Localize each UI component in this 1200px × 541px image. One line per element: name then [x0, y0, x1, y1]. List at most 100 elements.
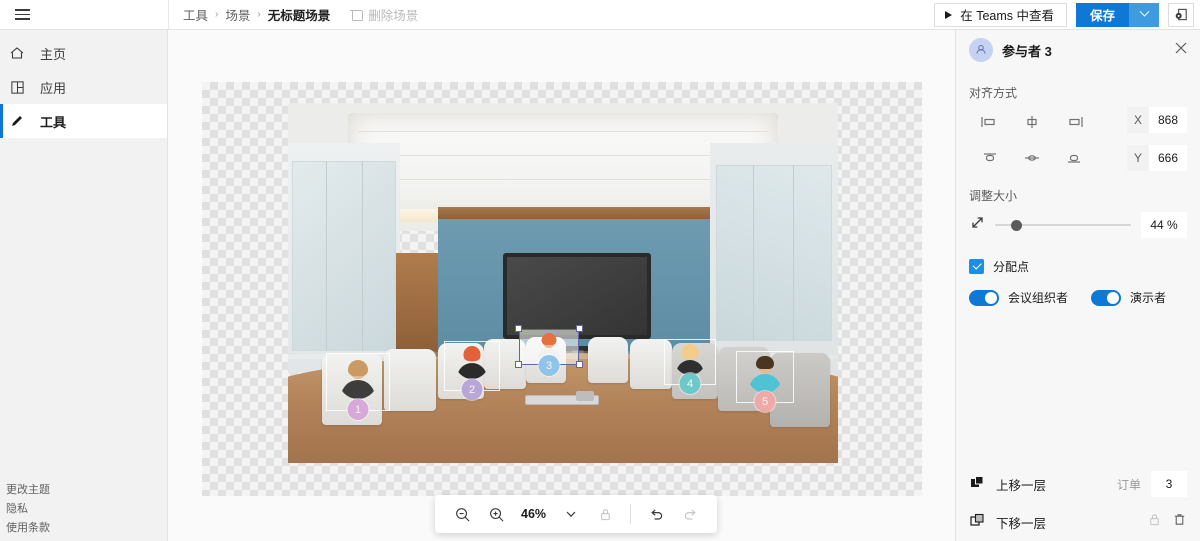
align-bottom-button[interactable]: [1053, 145, 1095, 171]
align-left-button[interactable]: [969, 109, 1011, 135]
assign-point-checkbox[interactable]: [969, 259, 984, 274]
avatar-badge-4: 4: [679, 373, 701, 394]
send-backward-row[interactable]: 下移一层: [956, 503, 1200, 541]
avatar-badge-2: 2: [461, 379, 483, 400]
sidebar-item-tools-label: 工具: [40, 114, 67, 130]
align-top-button[interactable]: [969, 145, 1011, 171]
x-value: 868: [1157, 113, 1179, 127]
resize-diagonal-icon: [969, 215, 985, 236]
organizer-toggle-label: 会议组织者: [1008, 291, 1069, 305]
align-center-h-icon: [1027, 116, 1037, 128]
presenter-toggle[interactable]: [1091, 289, 1122, 306]
selection-handle-br[interactable]: [576, 361, 583, 368]
close-panel-button[interactable]: [1174, 41, 1188, 60]
slider-thumb[interactable]: [1011, 219, 1023, 231]
order-control: 订单 3: [1117, 471, 1187, 497]
zoom-in-icon: [489, 507, 504, 522]
selection-handle-bl[interactable]: [515, 361, 522, 368]
zoom-out-icon: [455, 507, 470, 522]
participant-avatar-1[interactable]: 1: [326, 353, 390, 421]
breadcrumb-item-current-scene[interactable]: 无标题场景: [268, 5, 331, 24]
participant-avatar-2[interactable]: 2: [444, 341, 500, 401]
zoom-dropdown-button[interactable]: [556, 499, 586, 529]
participant-avatar-4[interactable]: 4: [664, 339, 716, 395]
delete-layer-button[interactable]: [1172, 512, 1187, 532]
share-screen-button[interactable]: [1168, 2, 1194, 27]
align-center-horizontal-button[interactable]: [1011, 109, 1053, 135]
toggle-knob: [1107, 291, 1120, 304]
participant-avatar-5[interactable]: 5: [736, 351, 794, 413]
canvas-area[interactable]: 1 2 3 4 5 46%: [169, 30, 955, 541]
organizer-toggle[interactable]: [969, 289, 999, 306]
selection-handle-tr[interactable]: [576, 325, 583, 332]
home-icon: [8, 44, 26, 62]
order-value[interactable]: 3: [1151, 471, 1187, 497]
share-screen-icon: [1175, 8, 1187, 21]
hamburger-menu-icon[interactable]: [6, 0, 38, 30]
align-row-horizontal: X 868: [969, 107, 1187, 137]
breadcrumb: 工具 › 场景 › 无标题场景: [183, 5, 330, 24]
order-label: 订单: [1116, 477, 1141, 492]
presenter-toggle-label: 演示者: [1130, 291, 1167, 305]
properties-panel: 参与者 3 对齐方式 X 868 Y 666 调整大小 44 % 分配点 会议组…: [955, 30, 1200, 541]
lock-icon: [600, 508, 610, 520]
undo-icon: [650, 509, 662, 520]
y-coordinate-field[interactable]: Y 666: [1127, 145, 1187, 171]
toolbar-divider: [168, 0, 169, 30]
toolbar-divider: [630, 504, 632, 524]
align-bottom-icon: [1068, 154, 1080, 163]
align-left-icon: [981, 117, 995, 127]
breadcrumb-separator: ›: [257, 9, 261, 20]
toggle-knob: [985, 291, 997, 304]
align-controls: X 868 Y 666: [956, 107, 1200, 173]
zoom-out-button[interactable]: [447, 499, 477, 529]
send-backward-icon: [969, 512, 985, 533]
redo-button[interactable]: [675, 499, 705, 529]
save-dropdown-button[interactable]: [1129, 2, 1159, 27]
zoom-in-button[interactable]: [481, 499, 511, 529]
breadcrumb-item-scenes[interactable]: 场景: [225, 5, 250, 24]
view-in-teams-label: 在 Teams 中查看: [960, 9, 1054, 23]
pencil-icon: [8, 112, 26, 130]
role-toggles-row: 会议组织者 演示者: [956, 289, 1200, 306]
sidebar-footer-links: 更改主题 隐私 使用条款: [6, 481, 50, 535]
footer-link-privacy[interactable]: 隐私: [6, 500, 50, 516]
breadcrumb-item-tools[interactable]: 工具: [183, 5, 208, 24]
assign-point-row: 分配点: [956, 258, 1200, 275]
bring-forward-row[interactable]: 上移一层 订单 3: [956, 465, 1200, 503]
sidebar-item-apps[interactable]: 应用: [0, 70, 167, 104]
bring-forward-icon: [969, 474, 985, 495]
resize-section-label: 调整大小: [969, 189, 1018, 203]
apps-grid-icon: [8, 78, 26, 96]
avatar: [969, 38, 993, 62]
align-right-button[interactable]: [1053, 109, 1095, 135]
scene-image[interactable]: 1 2 3 4 5: [288, 103, 838, 463]
play-icon: [945, 10, 953, 19]
undo-button[interactable]: [641, 499, 671, 529]
person-icon: [976, 45, 986, 54]
align-top-icon: [984, 153, 996, 162]
x-coordinate-field[interactable]: X 868: [1127, 107, 1187, 133]
lock-canvas-button[interactable]: [590, 499, 620, 529]
save-button[interactable]: 保存: [1075, 2, 1129, 27]
selection-handle-tl[interactable]: [515, 325, 522, 332]
footer-link-change-theme[interactable]: 更改主题: [6, 481, 50, 497]
resize-controls: 44 %: [956, 210, 1200, 240]
view-in-teams-button[interactable]: 在 Teams 中查看: [934, 2, 1067, 27]
bring-forward-label: 上移一层: [996, 478, 1047, 493]
participant-avatar-3[interactable]: 3: [515, 325, 583, 385]
sidebar-item-tools[interactable]: 工具: [0, 104, 167, 138]
resize-percent-value[interactable]: 44 %: [1141, 212, 1187, 238]
sidebar-item-home[interactable]: 主页: [0, 36, 167, 70]
y-value: 666: [1157, 151, 1179, 165]
layer-actions: [1147, 512, 1187, 532]
save-button-group: 保存: [1075, 2, 1159, 27]
resize-slider[interactable]: [995, 218, 1131, 232]
footer-link-terms[interactable]: 使用条款: [6, 519, 50, 535]
lock-layer-button[interactable]: [1147, 512, 1162, 532]
align-center-vertical-button[interactable]: [1011, 145, 1053, 171]
close-icon: [1175, 42, 1187, 53]
delete-scene-button[interactable]: 删除场景: [350, 5, 418, 24]
align-center-v-icon: [1025, 155, 1039, 161]
lock-icon: [1150, 514, 1159, 526]
